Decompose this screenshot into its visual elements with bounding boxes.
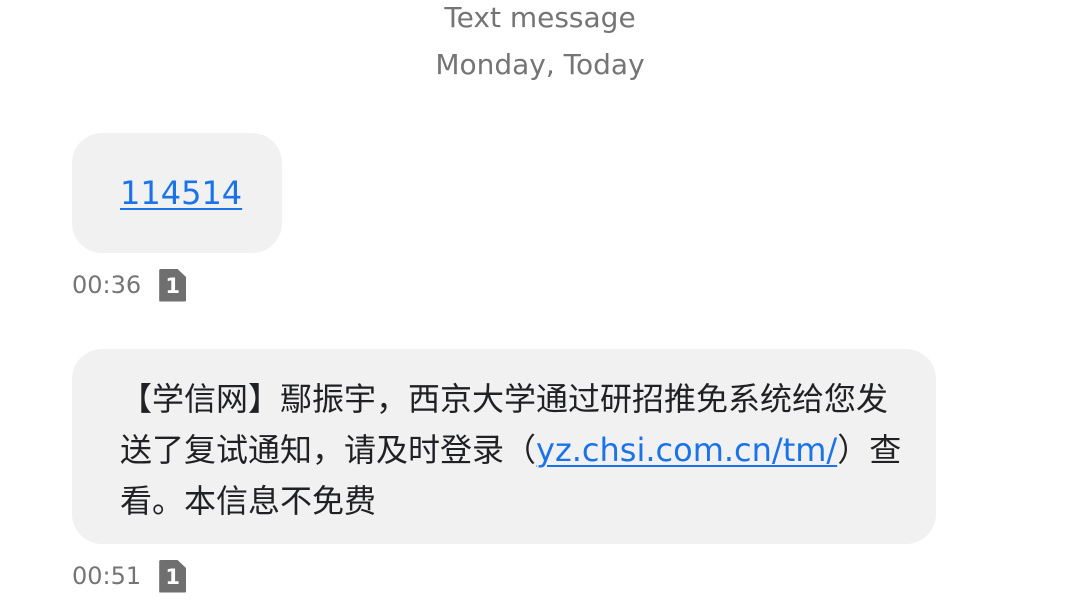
message-bubble[interactable]: 114514 <box>72 133 282 253</box>
message-type-label: Text message <box>444 1 636 34</box>
message-bubble[interactable]: 【学信网】鄢振宇，西京大学通过研招推免系统给您发送了复试通知，请及时登录（yz.… <box>72 349 936 544</box>
message-meta: 00:36 1 <box>72 268 187 302</box>
message-link[interactable]: yz.chsi.com.cn/tm/ <box>536 431 837 469</box>
date-label: Monday, Today <box>435 48 645 81</box>
message-time: 00:51 <box>72 562 142 590</box>
sim-card-icon: 1 <box>159 268 187 302</box>
message-meta: 00:51 1 <box>72 559 187 593</box>
message-link[interactable]: 114514 <box>120 174 242 212</box>
message-time: 00:36 <box>72 271 142 299</box>
sim-card-icon: 1 <box>159 559 187 593</box>
